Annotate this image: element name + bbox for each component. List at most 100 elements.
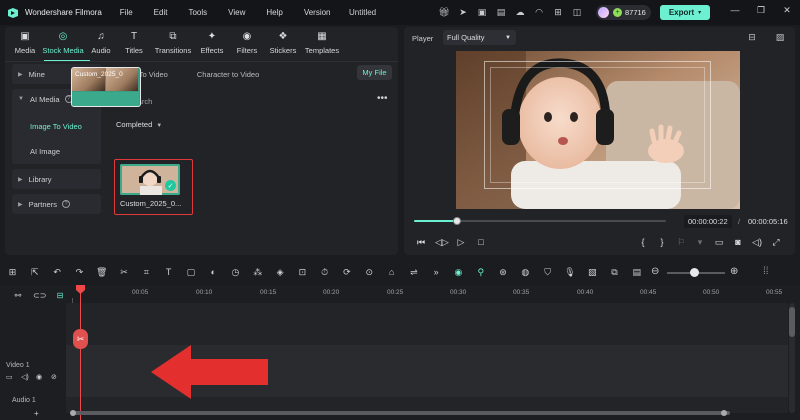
progress-handle[interactable] — [452, 217, 461, 225]
stabilize-icon[interactable]: ⊡ — [296, 266, 309, 279]
headset-icon[interactable]: ◠ — [532, 5, 546, 19]
add-track-button[interactable]: + — [34, 409, 39, 418]
tab-audio[interactable]: ♫ Audio — [86, 27, 116, 60]
close-icon[interactable]: ✕ — [780, 5, 794, 16]
crop-icon[interactable]: ⌗ — [140, 266, 153, 279]
ai-tool-icon[interactable]: ⊙ — [363, 266, 376, 279]
send-icon[interactable]: ➤ — [456, 5, 470, 19]
menu-view[interactable]: View — [228, 8, 245, 17]
grid-layout-icon[interactable]: ⊞ — [6, 266, 19, 279]
tab-filters[interactable]: ◉ Filters — [230, 27, 264, 60]
eye-icon[interactable]: ◉ — [36, 373, 46, 381]
split-icon[interactable]: ✂ — [117, 266, 130, 279]
text-icon[interactable]: T — [162, 266, 175, 279]
undo-icon[interactable]: ↶ — [51, 266, 64, 279]
minimize-icon[interactable]: — — [728, 5, 742, 16]
sidebar-item-ai-image[interactable]: AI Image — [12, 139, 101, 164]
dots-grid-icon[interactable]: ⁞⁞ — [763, 266, 769, 277]
mark-in-icon[interactable]: { — [637, 237, 649, 248]
grid-icon[interactable]: ⊞ — [551, 5, 565, 19]
picture-in-picture-icon[interactable]: ⧉ — [608, 266, 621, 279]
sidebar-item-image-to-video[interactable]: Image To Video — [12, 114, 101, 139]
menu-tools[interactable]: Tools — [188, 8, 207, 17]
effects-icon[interactable]: ⁂ — [251, 266, 264, 279]
paint-icon[interactable]: ⌂ — [385, 266, 398, 279]
play-icon[interactable]: ▷ — [455, 237, 467, 248]
play-backward-icon[interactable]: ◁▷ — [435, 237, 449, 248]
display-icon[interactable]: ▭ — [713, 237, 725, 248]
menu-edit[interactable]: Edit — [154, 8, 168, 17]
tab-titles[interactable]: T Titles — [117, 27, 151, 60]
loop-icon[interactable]: ⟳ — [340, 266, 353, 279]
select-tool-icon[interactable]: ⇱ — [28, 266, 41, 279]
current-time[interactable]: 00:00:00:22 — [684, 215, 732, 228]
track-layout-icon[interactable]: ⊟ — [54, 291, 66, 300]
ai-copilot-icon[interactable]: ◍ — [519, 266, 532, 279]
link-clips-icon[interactable]: ⚯ — [12, 291, 24, 300]
magnet-icon[interactable]: ⚲ — [474, 266, 487, 279]
zoom-out-icon[interactable]: ⊖ — [651, 266, 659, 277]
tab-templates[interactable]: ▦ Templates — [302, 27, 342, 60]
tab-stock-media[interactable]: ◎ Stock Media — [41, 27, 85, 60]
adjust-icon[interactable]: ⇌ — [407, 266, 420, 279]
horizontal-scrollbar[interactable] — [73, 411, 730, 415]
volume-icon[interactable]: ◁) — [21, 373, 31, 381]
stop-icon[interactable]: □ — [475, 237, 487, 248]
mark-out-icon[interactable]: } — [656, 237, 668, 248]
chain-icon[interactable]: ⊂⊃ — [33, 291, 46, 300]
search-input[interactable]: ⌕ Search — [109, 91, 394, 111]
gift-icon[interactable]: 🎁︎ — [437, 5, 451, 19]
timeline-ruler[interactable]: 00:05 00:10 00:15 00:20 00:25 00:30 00:3… — [72, 285, 800, 303]
notification-icon[interactable]: ◫ — [570, 5, 584, 19]
mask-icon[interactable]: ▢ — [184, 266, 197, 279]
speed-icon[interactable]: ◷ — [229, 266, 242, 279]
export-button[interactable]: Export ▾ — [660, 5, 710, 20]
tab-media[interactable]: ▣ Media — [10, 27, 40, 60]
tab-transitions[interactable]: ⧉ Transitions — [152, 27, 194, 60]
delete-icon[interactable]: 🗑︎ — [95, 266, 108, 279]
menu-version[interactable]: Version — [304, 8, 331, 17]
more-icon[interactable]: » — [430, 266, 443, 279]
cloud-icon[interactable]: ☁ — [513, 5, 527, 19]
quality-select[interactable]: Full Quality ▼ — [443, 30, 516, 45]
snapshot-icon[interactable]: ▨ — [773, 32, 787, 43]
camera-icon[interactable]: ◙ — [732, 237, 744, 248]
help-icon[interactable]: ? — [61, 200, 70, 208]
completed-filter[interactable]: Completed ▼ — [109, 120, 394, 129]
tab-effects[interactable]: ✦ Effects — [195, 27, 229, 60]
menu-file[interactable]: File — [120, 8, 133, 17]
redo-icon[interactable]: ↷ — [73, 266, 86, 279]
folder-icon[interactable]: ▭ — [6, 373, 16, 381]
timer-icon[interactable]: ⏱ — [318, 266, 331, 279]
my-file-button[interactable]: My File — [357, 65, 392, 80]
credits-badge[interactable]: + 87716 — [596, 5, 651, 20]
chevron-down-icon[interactable]: ▾ — [694, 237, 706, 248]
video-preview[interactable] — [456, 51, 740, 209]
keyframe-icon[interactable]: ◈ — [274, 266, 287, 279]
sidebar-item-partners[interactable]: ▶ Partners ? — [12, 194, 101, 214]
lock-icon[interactable]: ⊘ — [51, 373, 61, 381]
avatar[interactable] — [598, 7, 609, 18]
playhead[interactable] — [80, 287, 81, 420]
scroll-handle-right[interactable] — [721, 410, 727, 416]
restore-icon[interactable]: ❐ — [754, 5, 768, 16]
link-icon[interactable]: ⊛ — [497, 266, 510, 279]
more-options-icon[interactable]: ••• — [377, 93, 388, 104]
image-icon[interactable]: ▤ — [494, 5, 508, 19]
media-item-highlight[interactable]: ✓ Custom_2025_0... — [114, 159, 193, 215]
shield-icon[interactable]: ⛉ — [541, 266, 554, 279]
storyboard-icon[interactable]: ▧ — [586, 266, 599, 279]
menu-help[interactable]: Help — [266, 8, 282, 17]
tab-stickers[interactable]: ❖ Stickers — [265, 27, 301, 60]
marker-icon[interactable]: ⚐ — [675, 237, 687, 248]
previous-frame-icon[interactable]: ⏮ — [415, 237, 427, 248]
microphone-icon[interactable]: 🎙︎ — [563, 266, 576, 279]
caption-icon[interactable]: ▤ — [630, 266, 643, 279]
scissors-icon[interactable]: ✂ — [73, 329, 88, 349]
sidebar-item-library[interactable]: ▶ Library — [12, 169, 101, 189]
playback-progress[interactable] — [414, 217, 666, 225]
zoom-slider-handle[interactable] — [690, 268, 699, 277]
subtab-character-to-video[interactable]: Character to Video — [197, 70, 259, 79]
render-icon[interactable]: ◉ — [452, 266, 465, 279]
fullscreen-icon[interactable]: ⤢ — [770, 237, 782, 248]
